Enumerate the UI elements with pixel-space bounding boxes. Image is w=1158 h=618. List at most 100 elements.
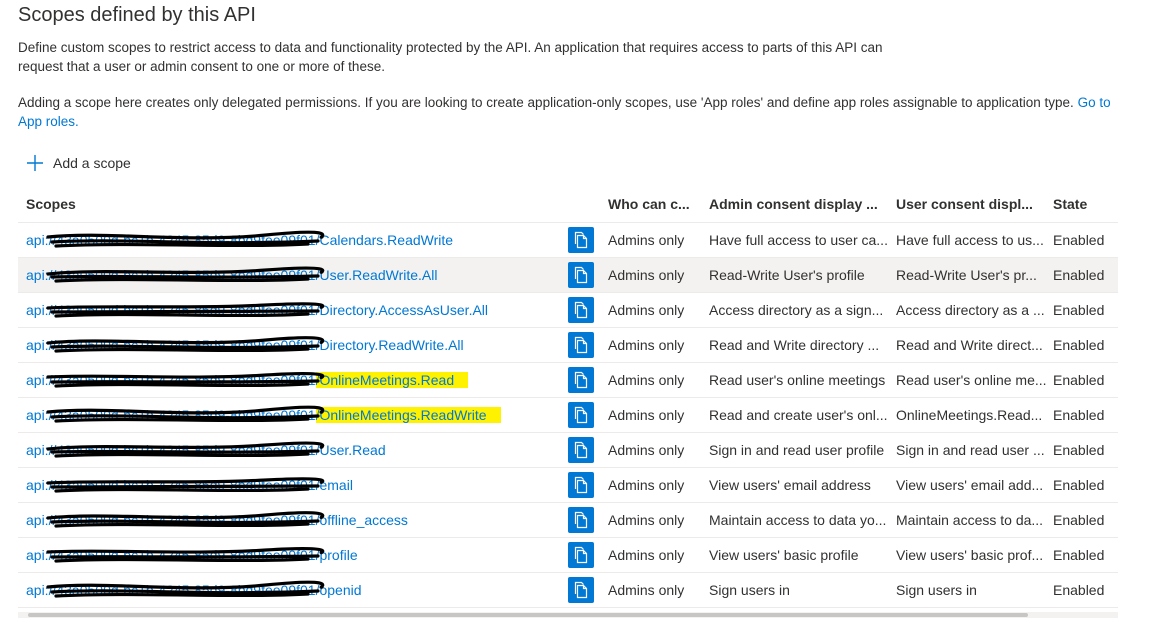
column-header-user-consent[interactable]: User consent displ... <box>892 186 1049 223</box>
scope-link[interactable]: api://43a0500d-bc1b-4245-85d9-8bd9fee09f… <box>26 477 353 493</box>
scope-uri-prefix: api://43a0500d-bc1b-4245-85d9-8bd9fee09f… <box>26 372 316 388</box>
table-row[interactable]: api://43a0500d-bc1b-4245-85d9-8bd9fee09f… <box>18 327 1118 363</box>
state-cell: Enabled <box>1049 467 1118 503</box>
copy-cell <box>562 222 604 258</box>
copy-icon <box>574 371 588 389</box>
admin-consent-cell: Read and create user's onl... <box>705 397 892 433</box>
copy-icon <box>574 546 588 564</box>
state-cell: Enabled <box>1049 292 1118 328</box>
copy-to-clipboard-button[interactable] <box>568 367 594 393</box>
admin-consent-cell: Read and Write directory ... <box>705 327 892 363</box>
admin-consent-cell: Read user's online meetings <box>705 362 892 398</box>
admin-consent-cell: Read-Write User's profile <box>705 257 892 293</box>
scope-link[interactable]: api://43a0500d-bc1b-4245-85d9-8bd9fee09f… <box>26 372 469 388</box>
table-row[interactable]: api://43a0500d-bc1b-4245-85d9-8bd9fee09f… <box>18 257 1118 293</box>
scope-name: /Directory.ReadWrite.All <box>315 337 464 353</box>
table-row[interactable]: api://43a0500d-bc1b-4245-85d9-8bd9fee09f… <box>18 467 1118 503</box>
copy-cell <box>562 572 604 608</box>
state-cell: Enabled <box>1049 537 1118 573</box>
scope-cell: api://43a0500d-bc1b-4245-85d9-8bd9fee09f… <box>18 327 562 363</box>
copy-icon <box>574 476 588 494</box>
who-can-consent-cell: Admins only <box>604 397 705 433</box>
copy-to-clipboard-button[interactable] <box>568 262 594 288</box>
copy-cell <box>562 502 604 538</box>
table-row[interactable]: api://43a0500d-bc1b-4245-85d9-8bd9fee09f… <box>18 292 1118 328</box>
copy-icon <box>574 511 588 529</box>
admin-consent-cell: Have full access to user ca... <box>705 222 892 258</box>
scrollbar-thumb[interactable] <box>28 613 1028 617</box>
scope-link[interactable]: api://43a0500d-bc1b-4245-85d9-8bd9fee09f… <box>26 442 386 458</box>
column-header-admin-consent[interactable]: Admin consent display ... <box>705 186 892 223</box>
scope-link[interactable]: api://43a0500d-bc1b-4245-85d9-8bd9fee09f… <box>26 512 408 528</box>
table-row[interactable]: api://43a0500d-bc1b-4245-85d9-8bd9fee09f… <box>18 222 1118 258</box>
copy-to-clipboard-button[interactable] <box>568 227 594 253</box>
scope-name: /OnlineMeetings.Read <box>315 372 469 388</box>
copy-to-clipboard-button[interactable] <box>568 332 594 358</box>
column-header-state[interactable]: State <box>1049 186 1118 223</box>
user-consent-cell: Access directory as a ... <box>892 292 1049 328</box>
column-header-who-can-consent[interactable]: Who can c... <box>604 186 705 223</box>
scope-cell: api://43a0500d-bc1b-4245-85d9-8bd9fee09f… <box>18 362 562 398</box>
state-cell: Enabled <box>1049 222 1118 258</box>
user-consent-cell: View users' basic prof... <box>892 537 1049 573</box>
user-consent-cell: Read and Write direct... <box>892 327 1049 363</box>
scope-name: /User.ReadWrite.All <box>315 267 438 283</box>
who-can-consent-cell: Admins only <box>604 467 705 503</box>
admin-consent-cell: Maintain access to data yo... <box>705 502 892 538</box>
scope-link[interactable]: api://43a0500d-bc1b-4245-85d9-8bd9fee09f… <box>26 232 453 248</box>
admin-consent-cell: View users' basic profile <box>705 537 892 573</box>
add-scope-label: Add a scope <box>53 155 131 171</box>
scope-uri-prefix: api://43a0500d-bc1b-4245-85d9-8bd9fee09f… <box>26 407 316 423</box>
copy-to-clipboard-button[interactable] <box>568 507 594 533</box>
admin-consent-cell: Access directory as a sign... <box>705 292 892 328</box>
copy-cell <box>562 327 604 363</box>
scope-cell: api://43a0500d-bc1b-4245-85d9-8bd9fee09f… <box>18 572 562 608</box>
user-consent-cell: OnlineMeetings.Read... <box>892 397 1049 433</box>
state-cell: Enabled <box>1049 572 1118 608</box>
scope-uri-prefix: api://43a0500d-bc1b-4245-85d9-8bd9fee09f… <box>26 442 316 458</box>
scope-name: /profile <box>315 547 358 563</box>
table-row[interactable]: api://43a0500d-bc1b-4245-85d9-8bd9fee09f… <box>18 502 1118 538</box>
plus-icon <box>27 155 43 171</box>
scope-link[interactable]: api://43a0500d-bc1b-4245-85d9-8bd9fee09f… <box>26 547 358 563</box>
scope-link[interactable]: api://43a0500d-bc1b-4245-85d9-8bd9fee09f… <box>26 337 464 353</box>
copy-to-clipboard-button[interactable] <box>568 577 594 603</box>
copy-to-clipboard-button[interactable] <box>568 542 594 568</box>
scope-link[interactable]: api://43a0500d-bc1b-4245-85d9-8bd9fee09f… <box>26 302 488 318</box>
scope-cell: api://43a0500d-bc1b-4245-85d9-8bd9fee09f… <box>18 397 562 433</box>
scope-cell: api://43a0500d-bc1b-4245-85d9-8bd9fee09f… <box>18 222 562 258</box>
copy-cell <box>562 292 604 328</box>
table-row[interactable]: api://43a0500d-bc1b-4245-85d9-8bd9fee09f… <box>18 572 1118 608</box>
copy-to-clipboard-button[interactable] <box>568 297 594 323</box>
table-row[interactable]: api://43a0500d-bc1b-4245-85d9-8bd9fee09f… <box>18 397 1118 433</box>
scope-name: /email <box>315 477 353 493</box>
scope-uri-prefix: api://43a0500d-bc1b-4245-85d9-8bd9fee09f… <box>26 512 316 528</box>
horizontal-scrollbar[interactable] <box>18 612 1118 618</box>
scope-name: /Directory.AccessAsUser.All <box>315 302 489 318</box>
column-header-copy <box>562 186 604 223</box>
table-row[interactable]: api://43a0500d-bc1b-4245-85d9-8bd9fee09f… <box>18 432 1118 468</box>
table-row[interactable]: api://43a0500d-bc1b-4245-85d9-8bd9fee09f… <box>18 362 1118 398</box>
scope-name: /User.Read <box>315 442 386 458</box>
page-title: Scopes defined by this API <box>18 4 256 26</box>
copy-icon <box>574 441 588 459</box>
scope-uri-prefix: api://43a0500d-bc1b-4245-85d9-8bd9fee09f… <box>26 302 316 318</box>
user-consent-cell: Read-Write User's pr... <box>892 257 1049 293</box>
add-scope-button[interactable]: Add a scope <box>26 154 131 172</box>
copy-to-clipboard-button[interactable] <box>568 437 594 463</box>
admin-consent-cell: Sign users in <box>705 572 892 608</box>
column-header-scopes[interactable]: Scopes <box>18 186 562 223</box>
copy-icon <box>574 336 588 354</box>
scope-link[interactable]: api://43a0500d-bc1b-4245-85d9-8bd9fee09f… <box>26 407 501 423</box>
scope-link[interactable]: api://43a0500d-bc1b-4245-85d9-8bd9fee09f… <box>26 267 437 283</box>
table-row[interactable]: api://43a0500d-bc1b-4245-85d9-8bd9fee09f… <box>18 537 1118 573</box>
state-cell: Enabled <box>1049 327 1118 363</box>
scope-cell: api://43a0500d-bc1b-4245-85d9-8bd9fee09f… <box>18 432 562 468</box>
copy-to-clipboard-button[interactable] <box>568 402 594 428</box>
copy-to-clipboard-button[interactable] <box>568 472 594 498</box>
state-cell: Enabled <box>1049 397 1118 433</box>
user-consent-cell: Read user's online me... <box>892 362 1049 398</box>
copy-cell <box>562 537 604 573</box>
copy-cell <box>562 257 604 293</box>
scope-link[interactable]: api://43a0500d-bc1b-4245-85d9-8bd9fee09f… <box>26 582 362 598</box>
